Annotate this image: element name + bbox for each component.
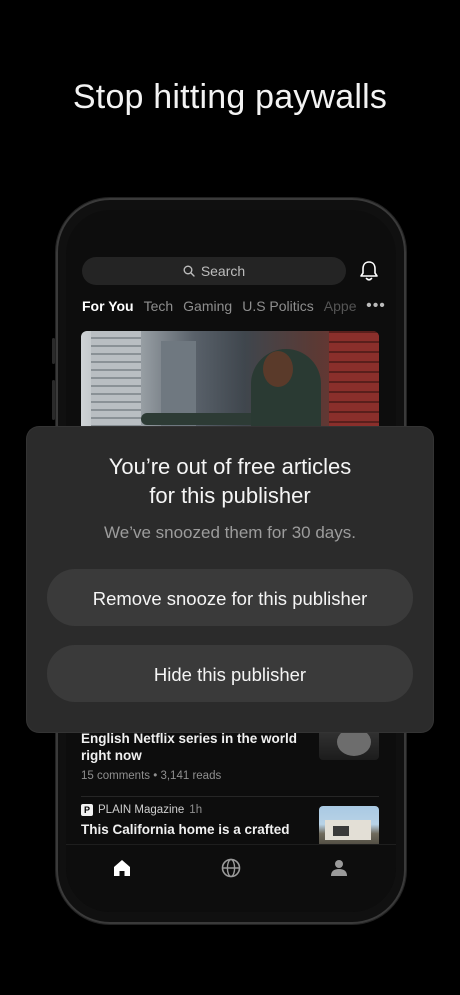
comments-count: 15 comments: [81, 770, 151, 782]
divider: [81, 796, 379, 797]
modal-title: You’re out of free articles for this pub…: [108, 454, 352, 508]
hide-publisher-button[interactable]: Hide this publisher: [47, 645, 413, 702]
paywall-modal: You’re out of free articles for this pub…: [27, 427, 433, 732]
profile-icon[interactable]: [328, 857, 350, 879]
hero-image[interactable]: [81, 331, 379, 441]
article-title: This California home is a crafted: [81, 822, 290, 837]
modal-subtitle: We’ve snoozed them for 30 days.: [104, 523, 356, 542]
publisher-logo: P: [81, 804, 93, 816]
publisher-row: P PLAIN Magazine 1h: [81, 804, 306, 816]
globe-icon[interactable]: [220, 857, 242, 879]
tab-gaming[interactable]: Gaming: [183, 298, 232, 318]
phone-volume-button: [52, 380, 55, 420]
search-bar[interactable]: Search: [82, 257, 346, 285]
publish-time: 1h: [189, 804, 203, 816]
more-dots-icon[interactable]: •••: [366, 298, 386, 318]
phone-side-button: [52, 338, 55, 364]
meta-separator: •: [153, 770, 158, 782]
bell-icon[interactable]: [359, 260, 379, 282]
category-tabs: For You Tech Gaming U.S Politics Appe: [82, 298, 396, 318]
article-title: English Netflix series in the world righ…: [81, 731, 298, 763]
publisher-name: PLAIN Magazine: [98, 804, 185, 816]
article-card[interactable]: P PLAIN Magazine 1h This California home…: [81, 804, 306, 838]
article-meta: 15 comments • 3,141 reads: [81, 770, 306, 782]
tab-for-you[interactable]: For You: [82, 298, 134, 318]
home-icon[interactable]: [111, 857, 133, 879]
tab-us-politics[interactable]: U.S Politics: [242, 298, 314, 318]
reads-count: 3,141 reads: [160, 770, 222, 782]
search-icon: [183, 265, 195, 277]
remove-snooze-button[interactable]: Remove snooze for this publisher: [47, 569, 413, 626]
tab-tech[interactable]: Tech: [144, 298, 174, 318]
marketing-headline: Stop hitting paywalls: [72, 78, 388, 116]
article-card[interactable]: English Netflix series in the world righ…: [81, 730, 306, 782]
search-placeholder: Search: [200, 263, 246, 279]
tab-apple[interactable]: Appe: [324, 298, 357, 318]
bottom-tab-bar: [66, 844, 396, 912]
